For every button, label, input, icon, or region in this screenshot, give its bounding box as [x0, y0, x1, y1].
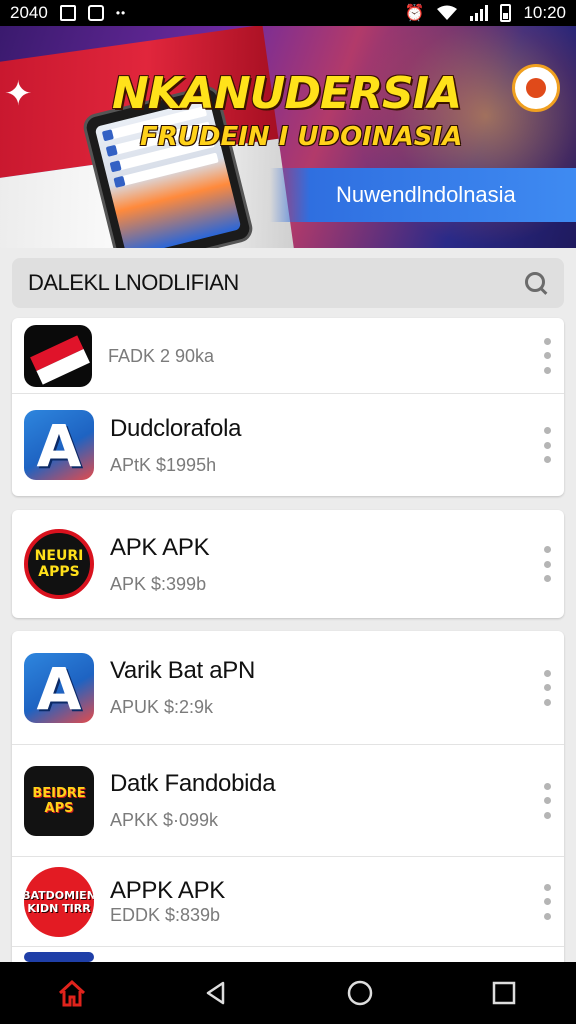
app-card-2: NEURI APPS APK APK APK $:399b — [12, 510, 564, 618]
home-icon — [58, 979, 86, 1007]
alarm-icon: ⏰ — [404, 5, 425, 22]
indonesia-flag-app-icon — [24, 324, 92, 387]
battery-icon — [500, 4, 512, 22]
list-item[interactable]: FADK 2 90ka — [12, 318, 564, 394]
item-title: APK APK — [110, 533, 210, 561]
banner-subtitle: FRUDEIN I UDOINASIA — [140, 122, 463, 152]
search-bar[interactable]: DALEKL LNODLIFIAN — [12, 258, 564, 308]
status-left: 2040 •• — [10, 3, 126, 23]
back-button[interactable] — [186, 962, 246, 1024]
status-bar: 2040 •• ⏰ 10:20 — [0, 0, 576, 26]
item-subtitle: APUK $:2:9k — [110, 697, 214, 717]
signal-icon — [470, 5, 489, 21]
search-icon[interactable] — [524, 271, 548, 295]
search-input[interactable]: DALEKL LNODLIFIAN — [28, 270, 239, 296]
list-item[interactable]: NEURI APPS APK APK APK $:399b — [12, 510, 564, 618]
item-subtitle: EDDK $:839b — [110, 905, 221, 925]
star-icon: ✦ — [4, 75, 33, 113]
back-icon — [206, 981, 225, 1005]
more-options-icon[interactable] — [542, 546, 552, 582]
colorful-text-app-icon: BEIDRE APS — [24, 765, 94, 836]
home-button[interactable] — [42, 962, 102, 1024]
item-subtitle: APK $:399b — [110, 573, 207, 594]
home-circle-button[interactable] — [330, 962, 390, 1024]
nuri-apps-icon: NEURI APPS — [24, 529, 94, 599]
image-notification-icon — [59, 5, 76, 21]
status-time-right: 10:20 — [523, 3, 566, 22]
item-title: Varik Bat aPN — [110, 657, 256, 684]
status-right: ⏰ 10:20 — [405, 3, 566, 23]
app-card-3: A Varik Bat aPN APUK $:2:9k BEIDRE APS D… — [12, 631, 564, 962]
banner-title: NKANUDERSIA — [112, 68, 462, 119]
item-subtitle: APKK $·099k — [110, 810, 219, 830]
file-notification-icon — [87, 5, 104, 21]
more-notifications-icon: •• — [115, 6, 127, 20]
emblem-icon — [512, 64, 560, 112]
more-options-icon[interactable] — [542, 782, 552, 819]
wifi-icon — [437, 5, 458, 20]
list-item-partial[interactable] — [12, 947, 564, 962]
list-item[interactable]: A Dudclorafola APtK $1995h — [12, 394, 564, 496]
overview-button[interactable] — [474, 962, 534, 1024]
banner-pill[interactable]: Nuwendlndolnasia — [270, 168, 576, 222]
more-options-icon[interactable] — [542, 337, 552, 374]
item-subtitle: FADK 2 90ka — [108, 346, 215, 366]
red-round-app-icon: BATDOMIEN KIDN TIRR — [24, 866, 94, 937]
list-item[interactable]: BEIDRE APS Datk Fandobida APKK $·099k — [12, 745, 564, 857]
overview-icon — [492, 981, 516, 1005]
status-time-left: 2040 — [10, 3, 48, 22]
item-subtitle: APtK $1995h — [110, 454, 217, 475]
item-title: APPK APK — [110, 877, 225, 904]
list-item[interactable]: BATDOMIEN KIDN TIRR APPK APK EDDK $:839b — [12, 857, 564, 947]
blue-a-app-icon: A — [24, 652, 94, 723]
item-title: Dudclorafola — [110, 414, 242, 442]
blue-a-app-icon: A — [24, 410, 94, 480]
navigation-bar — [0, 962, 576, 1024]
app-card-1: FADK 2 90ka A Dudclorafola APtK $1995h — [12, 318, 564, 496]
more-options-icon[interactable] — [542, 669, 552, 706]
more-options-icon[interactable] — [542, 883, 552, 920]
list-item[interactable]: A Varik Bat aPN APUK $:2:9k — [12, 631, 564, 745]
partial-app-icon — [24, 952, 94, 962]
item-title: Datk Fandobida — [110, 770, 276, 797]
more-options-icon[interactable] — [542, 427, 552, 463]
promo-banner[interactable]: ✦ NKANUDERSIA FRUDEIN I UDOINASIA Nuwend… — [0, 26, 576, 248]
home-circle-icon — [347, 980, 373, 1006]
